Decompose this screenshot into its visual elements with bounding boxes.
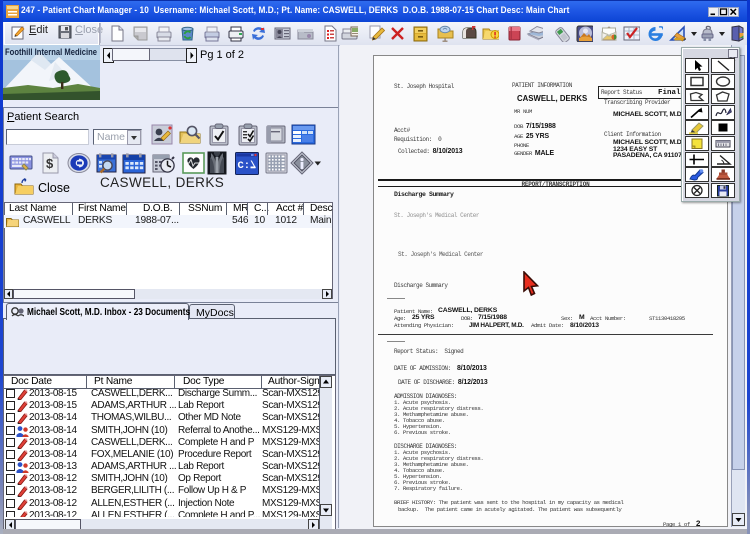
svg-text:$: $ (46, 156, 54, 171)
svg-text:C:\: C:\ (238, 160, 257, 172)
svg-text:Foothill Internal Medicine: Foothill Internal Medicine (5, 47, 97, 57)
